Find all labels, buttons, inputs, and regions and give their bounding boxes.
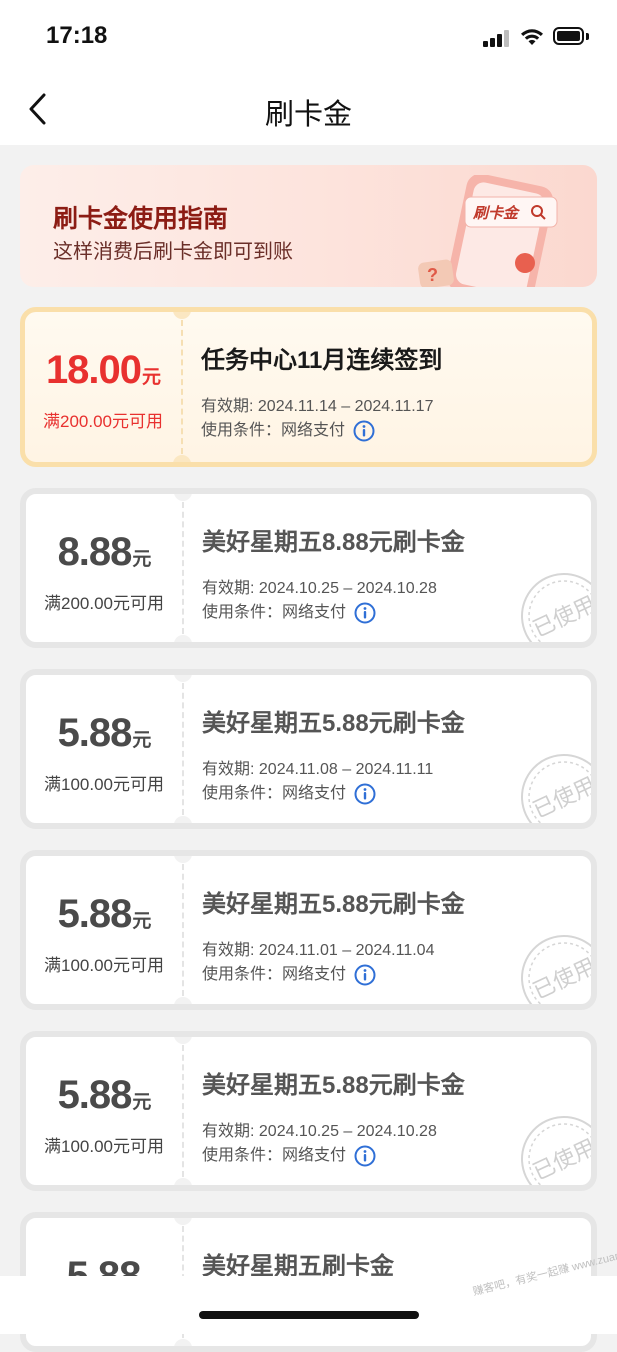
coupon-amount-unit: 元 [132, 549, 151, 570]
illustration-label: 刷卡金 [472, 204, 521, 222]
svg-text:?: ? [427, 265, 438, 285]
used-stamp-icon: 已使用 [521, 573, 597, 642]
guide-subtitle: 这样消费后刷卡金即可到账 [53, 241, 293, 263]
coupon-amount-unit: 元 [132, 1092, 151, 1113]
coupon-amount: 8.88元 [26, 530, 182, 575]
coupon-condition: 满200.00元可用 [44, 594, 164, 613]
coupon-name: 任务中心11月连续签到 [201, 347, 443, 374]
guide-banner[interactable]: 刷卡金使用指南 这样消费后刷卡金即可到账 刷卡金 ? [20, 165, 597, 287]
coupon-amount-block: 5.88元满100.00元可用 [26, 675, 182, 823]
coupon-amount: 5.88元 [26, 1073, 182, 1118]
coupon-usage: 使用条件：网络支付 [202, 779, 376, 805]
coupon-name: 美好星期五5.88元刷卡金 [202, 891, 465, 918]
info-icon[interactable] [354, 964, 376, 986]
coupon-card[interactable]: 5.88元 满100.00元可用 美好星期五5.88元刷卡金 有效期: 2024.11… [20, 850, 597, 1010]
coupon-amount-value: 8.88 [57, 530, 133, 574]
used-stamp-icon: 已使用 [521, 1116, 597, 1185]
nav-bar: 刷卡金 [0, 75, 617, 145]
coupon-divider [182, 864, 184, 996]
coupon-card[interactable]: 5.88元 满100.00元可用 美好星期五5.88元刷卡金 有效期: 2024.10… [20, 1031, 597, 1191]
wifi-icon [521, 29, 543, 45]
coupon-amount: 5.88元 [26, 711, 182, 756]
coupon-usage: 使用条件：网络支付 [202, 960, 376, 986]
used-stamp-text: 已使用 [529, 772, 597, 823]
coupon-usage-text: 使用条件：网络支付 [201, 422, 346, 439]
coupon-usage-text: 使用条件：网络支付 [202, 604, 347, 621]
used-stamp-text: 已使用 [529, 953, 597, 1004]
coupon-validity: 有效期: 2024.11.08 – 2024.11.11 [202, 761, 434, 778]
coupon-validity: 有效期: 2024.10.25 – 2024.10.28 [202, 1123, 437, 1140]
info-icon[interactable] [354, 783, 376, 805]
coupon-amount-unit: 元 [132, 730, 151, 751]
coupon-validity: 有效期: 2024.11.14 – 2024.11.17 [201, 398, 434, 415]
coupon-amount: 5.88元 [26, 892, 182, 937]
coupon-usage: 使用条件：网络支付 [201, 416, 375, 442]
status-time: 17:18 [46, 22, 108, 49]
coupon-name: 美好星期五5.88元刷卡金 [202, 1072, 465, 1099]
phone-illustration-icon: 刷卡金 ? [418, 175, 558, 287]
coupon-amount-block: 5.88元满100.00元可用 [26, 1037, 182, 1185]
coupon-divider [182, 502, 184, 634]
info-icon[interactable] [354, 1145, 376, 1167]
coupon-card[interactable]: 5.88元 满100.00元可用 美好星期五5.88元刷卡金 有效期: 2024.11… [20, 669, 597, 829]
coupon-usage-text: 使用条件：网络支付 [202, 1147, 347, 1164]
coupon-amount-block: 8.88元满200.00元可用 [26, 494, 182, 642]
cellular-signal-icon [483, 29, 511, 47]
status-bar: 17:18 [0, 0, 617, 75]
used-stamp-text: 已使用 [529, 1134, 597, 1185]
battery-icon [553, 27, 591, 47]
coupon-condition: 满100.00元可用 [44, 1137, 164, 1156]
coupon-amount-value: 5.88 [57, 711, 133, 755]
coupon-card[interactable]: 18.00元 满200.00元可用 任务中心11月连续签到 有效期: 2024.11.… [20, 307, 597, 467]
coupon-amount-value: 5.88 [57, 892, 133, 936]
coupon-validity: 有效期: 2024.11.01 – 2024.11.04 [202, 942, 435, 959]
page-title: 刷卡金 [264, 99, 352, 131]
guide-title: 刷卡金使用指南 [53, 205, 229, 233]
coupon-amount-unit: 元 [132, 911, 151, 932]
coupon-condition: 满100.00元可用 [44, 775, 164, 794]
used-stamp-text: 已使用 [529, 591, 597, 642]
coupon-usage-text: 使用条件：网络支付 [202, 966, 347, 983]
coupon-card[interactable]: 8.88元 满200.00元可用 美好星期五8.88元刷卡金 有效期: 2024.10… [20, 488, 597, 648]
coupon-divider [182, 683, 184, 815]
coupon-amount-value: 18.00 [45, 348, 142, 392]
coupon-condition: 满200.00元可用 [43, 412, 163, 431]
info-icon[interactable] [353, 420, 375, 442]
coupon-usage: 使用条件：网络支付 [202, 1141, 376, 1167]
used-stamp-icon: 已使用 [521, 935, 597, 1004]
coupon-amount-block: 5.88元满100.00元可用 [26, 856, 182, 1004]
coupon-amount: 18.00元 [25, 348, 181, 393]
info-icon[interactable] [354, 602, 376, 624]
coupon-condition: 满100.00元可用 [44, 956, 164, 975]
used-stamp-icon: 已使用 [521, 754, 597, 823]
coupon-name: 美好星期五5.88元刷卡金 [202, 710, 465, 737]
coupon-name: 美好星期五8.88元刷卡金 [202, 529, 465, 556]
coupon-divider [182, 1045, 184, 1177]
coupon-divider [181, 320, 183, 454]
coupon-amount-unit: 元 [142, 367, 161, 388]
coupon-amount-block: 18.00元满200.00元可用 [25, 312, 181, 462]
coupon-validity: 有效期: 2024.10.25 – 2024.10.28 [202, 580, 437, 597]
home-indicator[interactable] [199, 1311, 419, 1319]
coupon-amount-value: 5.88 [57, 1073, 133, 1117]
coupon-usage: 使用条件：网络支付 [202, 598, 376, 624]
coupon-usage-text: 使用条件：网络支付 [202, 785, 347, 802]
